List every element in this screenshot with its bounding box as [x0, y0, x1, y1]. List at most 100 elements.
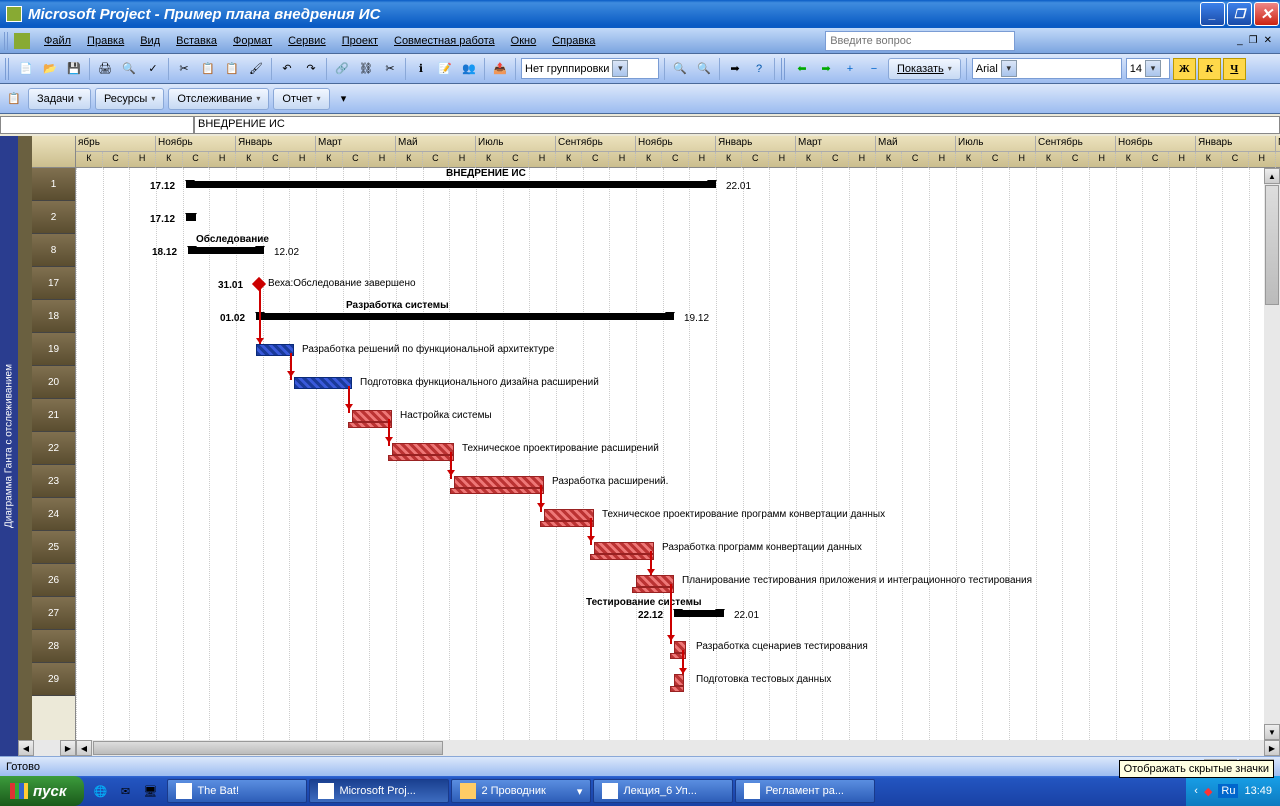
ql-mail-icon[interactable]: ✉ — [115, 779, 135, 803]
show-sub-button[interactable]: + — [839, 58, 861, 80]
row-header[interactable]: 27 — [32, 597, 75, 630]
taskbar-item[interactable]: Microsoft Proj... — [309, 779, 449, 803]
link-button[interactable]: 🔗 — [331, 58, 353, 80]
info-button[interactable]: ℹ — [410, 58, 432, 80]
outdent-button[interactable]: ⬅ — [791, 58, 813, 80]
row-header[interactable]: 18 — [32, 300, 75, 333]
hide-sub-button[interactable]: − — [863, 58, 885, 80]
left-scrollbar[interactable]: ◀▶ — [18, 740, 76, 756]
row-header[interactable]: 1 — [32, 168, 75, 201]
toolbar-options[interactable]: ▾ — [333, 88, 355, 110]
row-header[interactable]: 29 — [32, 663, 75, 696]
copy-button[interactable]: 📋 — [197, 58, 219, 80]
mdi-buttons[interactable]: _❐✕ — [1237, 35, 1276, 46]
bold-button[interactable]: Ж — [1173, 58, 1196, 80]
system-tray[interactable]: ‹ ◆ Ru 13:49 — [1186, 776, 1280, 806]
row-header[interactable]: 17 — [32, 267, 75, 300]
taskbar-item[interactable]: 2 Проводник ▾ — [451, 779, 591, 803]
taskbar-item[interactable]: Лекция_6 Уп... — [593, 779, 733, 803]
right-scrollbar[interactable]: ◀▶ — [76, 740, 1280, 756]
print-button[interactable]: 🖨 — [94, 58, 116, 80]
tray-chevron-icon[interactable]: ‹ — [1194, 785, 1198, 797]
underline-button[interactable]: Ч — [1223, 58, 1246, 80]
grip[interactable] — [781, 58, 787, 80]
zoom-out-button[interactable]: 🔍 — [669, 58, 691, 80]
row-header[interactable]: 20 — [32, 366, 75, 399]
viewbar-report[interactable]: Отчет▾ — [273, 88, 329, 110]
project-guide-button[interactable]: 📋 — [3, 88, 25, 110]
gantt-task[interactable]: Разработка сценариев тестирования — [76, 630, 1280, 663]
show-button[interactable]: Показать▾ — [888, 58, 961, 80]
menu-edit[interactable]: Правка — [79, 32, 132, 50]
row-header[interactable]: 26 — [32, 564, 75, 597]
row-header[interactable]: 21 — [32, 399, 75, 432]
viewbar-resources[interactable]: Ресурсы▾ — [95, 88, 164, 110]
assign-button[interactable]: 👥 — [458, 58, 480, 80]
gantt-task[interactable]: 31.01Веха:Обследование завершено — [76, 267, 1280, 300]
gantt-task[interactable]: Разработка системы01.0219.12 — [76, 300, 1280, 333]
preview-button[interactable]: 🔍 — [118, 58, 140, 80]
row-header[interactable]: 8 — [32, 234, 75, 267]
menu-view[interactable]: Вид — [132, 32, 168, 50]
menu-service[interactable]: Сервис — [280, 32, 334, 50]
gantt-task[interactable]: Подготовка тестовых данных — [76, 663, 1280, 696]
menu-insert[interactable]: Вставка — [168, 32, 225, 50]
italic-button[interactable]: К — [1198, 58, 1221, 80]
tray-clock[interactable]: 13:49 — [1244, 785, 1272, 797]
row-header[interactable]: 19 — [32, 333, 75, 366]
save-button[interactable]: 💾 — [63, 58, 85, 80]
rownum-header[interactable] — [32, 136, 75, 168]
row-header[interactable]: 24 — [32, 498, 75, 531]
split-button[interactable]: ✂ — [379, 58, 401, 80]
view-tab-label[interactable]: Диаграмма Ганта с отслеживанием — [0, 136, 18, 756]
goto-button[interactable]: ➡ — [724, 58, 746, 80]
gantt-task[interactable]: Обследование18.1212.02 — [76, 234, 1280, 267]
groupby-combo[interactable]: Нет группировки — [521, 58, 659, 79]
viewbar-tracking[interactable]: Отслеживание▾ — [168, 88, 269, 110]
notes-button[interactable]: 📝 — [434, 58, 456, 80]
tray-av-icon[interactable]: ◆ — [1204, 785, 1212, 798]
unlink-button[interactable]: ⛓ — [355, 58, 377, 80]
row-header[interactable]: 22 — [32, 432, 75, 465]
grip[interactable] — [5, 58, 11, 80]
viewbar-tasks[interactable]: Задачи▾ — [28, 88, 91, 110]
open-button[interactable]: 📂 — [39, 58, 61, 80]
entry-value[interactable]: ВНЕДРЕНИЕ ИС — [194, 116, 1280, 134]
paste-button[interactable]: 📋 — [221, 58, 243, 80]
maximize-button[interactable]: ❐ — [1227, 2, 1252, 26]
font-name-combo[interactable]: Arial — [972, 58, 1122, 79]
row-header[interactable]: 28 — [32, 630, 75, 663]
gantt-task[interactable]: Подготовка функционального дизайна расши… — [76, 366, 1280, 399]
ql-desktop-icon[interactable]: 🖥 — [140, 779, 160, 803]
ql-ie-icon[interactable]: 🌐 — [90, 779, 110, 803]
menu-collab[interactable]: Совместная работа — [386, 32, 503, 50]
zoom-in-button[interactable]: 🔍 — [693, 58, 715, 80]
gantt-task[interactable]: Тестирование системы22.1222.01 — [76, 597, 1280, 630]
gantt-task[interactable]: Планирование тестирования приложения и и… — [76, 564, 1280, 597]
menu-help[interactable]: Справка — [544, 32, 603, 50]
menu-window[interactable]: Окно — [503, 32, 545, 50]
taskbar-item[interactable]: The Bat! — [167, 779, 307, 803]
format-painter-button[interactable]: 🖌 — [245, 58, 267, 80]
gantt-task[interactable]: Техническое проектирование расширений — [76, 432, 1280, 465]
vertical-scrollbar[interactable]: ▲▼ — [1264, 168, 1280, 740]
close-button[interactable]: ✕ — [1254, 2, 1279, 26]
gantt-task[interactable]: Разработка программ конвертации данных — [76, 531, 1280, 564]
cut-button[interactable]: ✂ — [173, 58, 195, 80]
menu-file[interactable]: Файл — [36, 32, 79, 50]
indent-button[interactable]: ➡ — [815, 58, 837, 80]
new-button[interactable]: 📄 — [15, 58, 37, 80]
gantt-task[interactable]: 17.12 — [76, 201, 1280, 234]
gantt-chart[interactable]: ябрьНоябрьЯнварьМартМайИюльСентябрьНоябр… — [76, 136, 1280, 756]
gantt-task[interactable]: Техническое проектирование программ конв… — [76, 498, 1280, 531]
tray-lang[interactable]: Ru — [1218, 784, 1238, 798]
menu-project[interactable]: Проект — [334, 32, 386, 50]
publish-button[interactable]: 📤 — [489, 58, 511, 80]
quick-launch[interactable]: 🌐 ✉ 🖥 — [84, 779, 166, 803]
minimize-button[interactable]: _ — [1200, 2, 1225, 26]
taskbar-item[interactable]: Регламент ра... — [735, 779, 875, 803]
grip[interactable] — [4, 32, 10, 50]
spelling-button[interactable]: ✓ — [142, 58, 164, 80]
menu-format[interactable]: Формат — [225, 32, 280, 50]
row-header[interactable]: 25 — [32, 531, 75, 564]
